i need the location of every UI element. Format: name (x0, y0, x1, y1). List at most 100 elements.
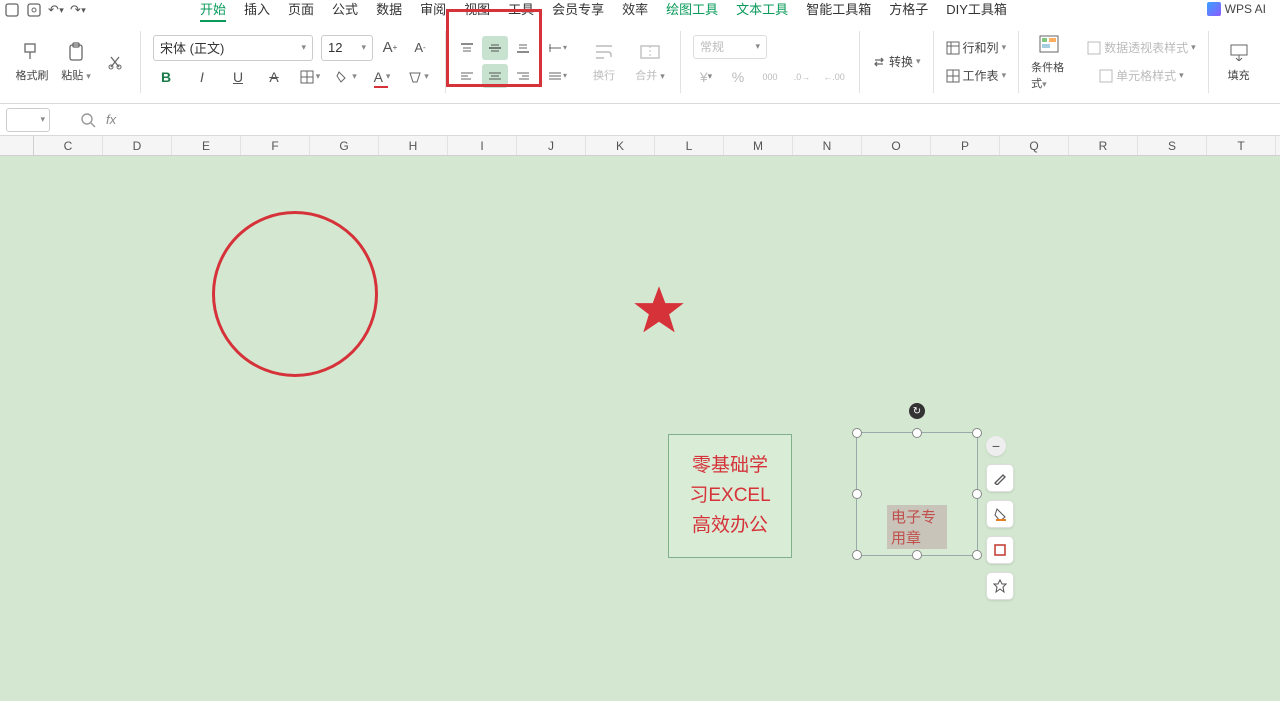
tab-efficiency[interactable]: 效率 (622, 0, 648, 22)
merge-button[interactable]: 合并 ▾ (632, 41, 668, 83)
number-format-select[interactable]: 常规▾ (693, 35, 767, 59)
star-shape[interactable] (632, 284, 686, 338)
shape-outline-button[interactable] (986, 536, 1014, 564)
conditional-format-button[interactable]: 条件格式▾ (1031, 33, 1067, 91)
col-header[interactable]: N (793, 136, 862, 155)
pivot-style-button[interactable]: 数据透视表样式▾ (1087, 37, 1196, 59)
comma-button[interactable]: 000 (757, 65, 783, 89)
edit-shape-button[interactable] (986, 464, 1014, 492)
tab-member[interactable]: 会员专享 (552, 0, 604, 22)
col-header[interactable]: E (172, 136, 241, 155)
resize-handle[interactable] (852, 428, 862, 438)
resize-handle[interactable] (852, 489, 862, 499)
format-painter-button[interactable]: 格式刷 (14, 41, 50, 83)
resize-handle[interactable] (972, 550, 982, 560)
col-header[interactable]: L (655, 136, 724, 155)
col-header[interactable]: K (586, 136, 655, 155)
col-header[interactable]: I (448, 136, 517, 155)
fill-color-button[interactable]: ▾ (333, 65, 359, 89)
tab-insert[interactable]: 插入 (244, 0, 270, 22)
tab-start[interactable]: 开始 (200, 0, 226, 22)
col-header[interactable]: H (379, 136, 448, 155)
preview-icon[interactable] (26, 2, 42, 18)
decrease-decimal-button[interactable]: .0→ (789, 65, 815, 89)
shape-effects-button[interactable] (986, 572, 1014, 600)
align-top-button[interactable] (454, 36, 480, 60)
formula-input[interactable] (126, 112, 1026, 127)
increase-decimal-button[interactable]: ←.00 (821, 65, 847, 89)
decrease-font-button[interactable]: A- (407, 36, 433, 60)
row-col-button[interactable]: 行和列▾ (946, 37, 1007, 59)
resize-handle[interactable] (972, 428, 982, 438)
font-size-select[interactable]: 12▾ (321, 35, 373, 61)
increase-font-button[interactable]: A+ (377, 36, 403, 60)
circle-shape[interactable] (212, 211, 378, 377)
resize-handle[interactable] (912, 550, 922, 560)
select-all-corner[interactable] (0, 136, 34, 155)
col-header[interactable]: D (103, 136, 172, 155)
redo-icon[interactable]: ↷▾ (70, 2, 86, 18)
tab-data[interactable]: 数据 (376, 0, 402, 22)
col-header[interactable]: T (1207, 136, 1276, 155)
tab-formula[interactable]: 公式 (332, 0, 358, 22)
tab-tools[interactable]: 工具 (508, 0, 534, 22)
fill-button[interactable]: 填充 (1221, 41, 1257, 83)
resize-handle[interactable] (852, 550, 862, 560)
align-middle-button[interactable] (482, 36, 508, 60)
align-center-button[interactable] (482, 64, 508, 88)
tab-text-tools[interactable]: 文本工具 (736, 0, 788, 22)
clear-format-button[interactable]: ▾ (405, 65, 431, 89)
col-header[interactable]: Q (1000, 136, 1069, 155)
tab-fanggezi[interactable]: 方格子 (889, 0, 928, 22)
sheet-canvas[interactable]: 零基础学 习EXCEL 高效办公 ↻ 电子专用章 − (0, 156, 1280, 701)
col-header[interactable]: O (862, 136, 931, 155)
font-color-button[interactable]: A▾ (369, 65, 395, 89)
tab-diy-toolbox[interactable]: DIY工具箱 (946, 0, 1007, 22)
wrap-text-button[interactable]: 换行 (586, 41, 622, 83)
col-header[interactable]: C (34, 136, 103, 155)
tab-page[interactable]: 页面 (288, 0, 314, 22)
currency-button[interactable]: ¥ ▾ (693, 65, 719, 89)
zoom-icon[interactable] (80, 112, 96, 128)
textbox-2-text[interactable]: 电子专用章 (887, 505, 947, 549)
tab-smart-toolbox[interactable]: 智能工具箱 (806, 0, 871, 22)
col-header[interactable]: R (1069, 136, 1138, 155)
paste-button[interactable]: 粘贴 ▾ (58, 41, 94, 83)
worksheet-button[interactable]: 工作表▾ (946, 65, 1007, 87)
resize-handle[interactable] (912, 428, 922, 438)
shape-fill-button[interactable] (986, 500, 1014, 528)
border-button[interactable]: ▾ (297, 65, 323, 89)
textbox-shape-1[interactable]: 零基础学 习EXCEL 高效办公 (668, 434, 792, 558)
align-left-button[interactable] (454, 64, 480, 88)
col-header[interactable]: J (517, 136, 586, 155)
justify-button[interactable]: ▾ (544, 64, 570, 88)
textbox-shape-2-selected[interactable]: ↻ 电子专用章 (856, 432, 978, 556)
align-bottom-button[interactable] (510, 36, 536, 60)
italic-button[interactable]: I (189, 65, 215, 89)
collapse-toolbar-button[interactable]: − (986, 436, 1006, 456)
save-icon[interactable] (4, 2, 20, 18)
resize-handle[interactable] (972, 489, 982, 499)
col-header[interactable]: F (241, 136, 310, 155)
orientation-button[interactable]: ▾ (544, 36, 570, 60)
percent-button[interactable]: % (725, 65, 751, 89)
align-right-button[interactable] (510, 64, 536, 88)
tab-review[interactable]: 审阅 (420, 0, 446, 22)
strikethrough-button[interactable]: A (261, 65, 287, 89)
font-name-select[interactable]: 宋体 (正文)▾ (153, 35, 313, 61)
tab-drawing-tools[interactable]: 绘图工具 (666, 0, 718, 22)
undo-icon[interactable]: ↶▾ (48, 2, 64, 18)
wps-ai-button[interactable]: WPS AI (1207, 2, 1266, 16)
col-header[interactable]: G (310, 136, 379, 155)
col-header[interactable]: P (931, 136, 1000, 155)
col-header[interactable]: S (1138, 136, 1207, 155)
name-box[interactable]: ▾ (6, 108, 50, 132)
convert-button[interactable]: 转换▾ (872, 51, 921, 73)
rotate-handle[interactable]: ↻ (909, 403, 925, 419)
cell-style-button[interactable]: 单元格样式▾ (1099, 65, 1184, 87)
underline-button[interactable]: U (225, 65, 251, 89)
cut-button[interactable] (102, 50, 128, 74)
col-header[interactable]: M (724, 136, 793, 155)
tab-view[interactable]: 视图 (464, 0, 490, 22)
bold-button[interactable]: B (153, 65, 179, 89)
